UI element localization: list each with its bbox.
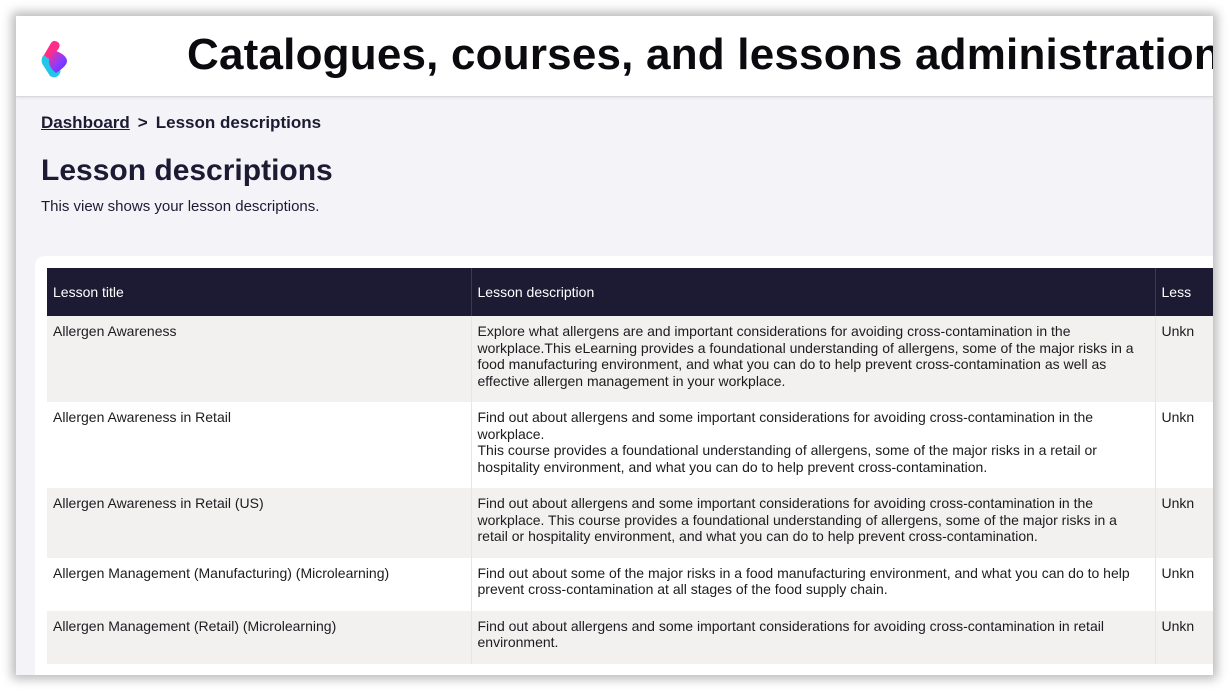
description-text: Find out about some of the major risks i… xyxy=(477,564,1130,598)
lesson-description-cell: Explore what allergens are and important… xyxy=(471,316,1156,402)
page-title: Lesson descriptions xyxy=(41,154,333,187)
breadcrumb-dashboard-link[interactable]: Dashboard xyxy=(41,113,130,132)
table-row[interactable]: Allergen Management (Retail) (Microlearn… xyxy=(47,610,1213,664)
lesson-title-cell: Allergen Awareness xyxy=(47,316,472,402)
column-header-lesson-title[interactable]: Lesson title xyxy=(47,268,472,316)
top-bar: Catalogues, courses, and lessons adminis… xyxy=(16,16,1213,97)
table-row[interactable]: Allergen Awareness in Retail (US) Find o… xyxy=(47,488,1213,558)
brand-logo-icon[interactable] xyxy=(40,39,70,79)
breadcrumb-current: Lesson descriptions xyxy=(155,113,322,132)
description-text: Find out about allergens and some import… xyxy=(477,617,1104,651)
lesson-status-cell: Unkn xyxy=(1155,402,1213,488)
description-text: Find out about allergens and some import… xyxy=(477,495,1117,544)
lesson-descriptions-table: Lesson title Lesson description Less All… xyxy=(47,268,1213,664)
table-row[interactable]: Allergen Awareness in Retail Find out ab… xyxy=(47,402,1213,488)
lesson-title-cell: Allergen Management (Manufacturing) (Mic… xyxy=(47,557,472,611)
table-row[interactable]: Allergen Awareness Explore what allergen… xyxy=(47,316,1213,402)
table-header-row: Lesson title Lesson description Less xyxy=(47,268,1213,316)
lesson-status-cell: Unkn xyxy=(1155,316,1213,402)
lesson-title-cell: Allergen Awareness in Retail (US) xyxy=(47,488,472,558)
page-subtitle: This view shows your lesson descriptions… xyxy=(41,198,320,215)
breadcrumb: Dashboard > Lesson descriptions xyxy=(41,113,321,133)
description-text: Find out about allergens and some import… xyxy=(477,409,1094,442)
lesson-title-cell: Allergen Awareness in Retail xyxy=(47,402,472,488)
lesson-title-cell: Allergen Management (Retail) (Microlearn… xyxy=(47,610,472,664)
column-header-lesson-description[interactable]: Lesson description xyxy=(471,268,1156,316)
lesson-status-cell: Unkn xyxy=(1155,610,1213,664)
description-text: Explore what allergens are and important… xyxy=(477,323,1134,389)
app-title: Catalogues, courses, and lessons adminis… xyxy=(187,30,1213,79)
lesson-description-cell: Find out about allergens and some import… xyxy=(471,610,1156,664)
app-window: Catalogues, courses, and lessons adminis… xyxy=(16,16,1213,675)
table-card: Lesson title Lesson description Less All… xyxy=(35,256,1213,675)
lesson-description-cell: Find out about allergens and some import… xyxy=(471,488,1156,558)
lesson-status-cell: Unkn xyxy=(1155,488,1213,558)
lesson-status-cell: Unkn xyxy=(1155,557,1213,611)
lesson-description-cell: Find out about allergens and some import… xyxy=(471,402,1156,488)
description-text: This course provides a foundational unde… xyxy=(477,442,1097,475)
table-row[interactable]: Allergen Management (Manufacturing) (Mic… xyxy=(47,557,1213,611)
lesson-description-cell: Find out about some of the major risks i… xyxy=(471,557,1156,611)
column-header-lesson-status[interactable]: Less xyxy=(1155,268,1213,316)
breadcrumb-separator: > xyxy=(137,113,148,132)
